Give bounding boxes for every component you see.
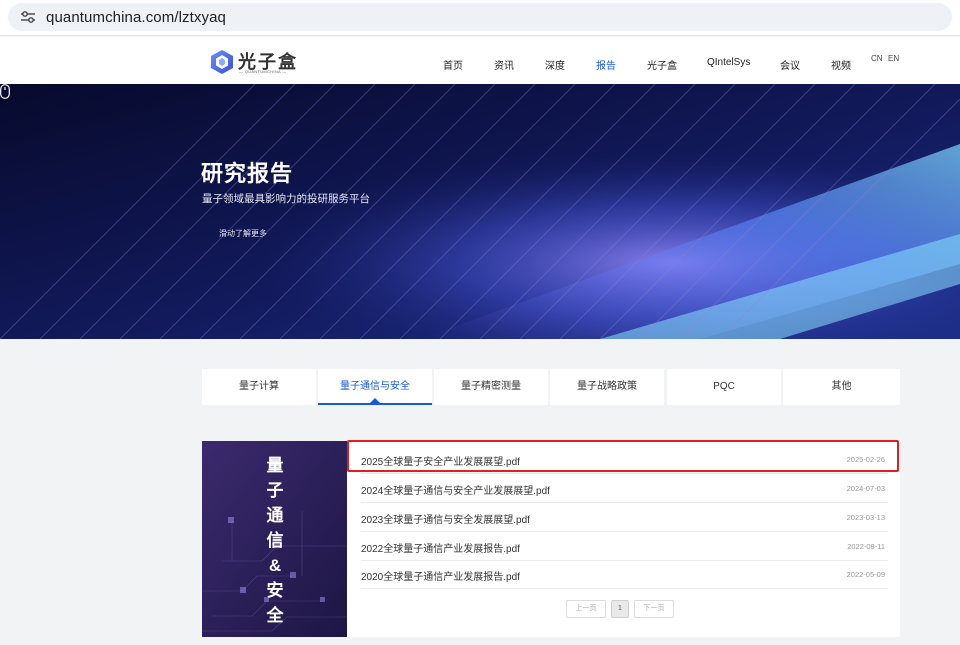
lang-cn[interactable]: CN <box>871 54 883 63</box>
document-name[interactable]: 2024全球量子通信与安全产业发展展望.pdf <box>361 482 550 497</box>
site-logo[interactable]: 光子盒 — QUANTUMCHINA — <box>210 47 300 77</box>
tab-quantum-computing[interactable]: 量子计算 <box>202 369 316 405</box>
active-tab-indicator <box>370 398 380 403</box>
lang-en[interactable]: EN <box>888 54 899 63</box>
tune-icon[interactable] <box>20 10 36 24</box>
tab-other[interactable]: 其他 <box>783 369 900 405</box>
mouse-icon <box>0 84 10 99</box>
list-item[interactable]: 2024全球量子通信与安全产业发展展望.pdf 2024-07-03 <box>347 474 900 503</box>
nav-videos[interactable]: 视频 <box>831 57 851 72</box>
nav-qintelsys[interactable]: QIntelSys <box>707 57 750 68</box>
site-header: 光子盒 — QUANTUMCHINA — 首页 资讯 深度 报告 光子盒 QIn… <box>0 37 960 84</box>
page-1-button[interactable]: 1 <box>611 600 629 618</box>
list-item[interactable]: 2025全球量子安全产业发展展望.pdf 2025-02-26 <box>347 445 900 474</box>
browser-address-bar: quantumchina.com/lztxyaq <box>0 0 960 36</box>
row-divider <box>361 588 888 589</box>
scroll-hint[interactable]: 滑动了解更多 <box>219 228 267 239</box>
document-date: 2022-08-11 <box>847 542 885 551</box>
document-date: 2024-07-03 <box>846 484 885 493</box>
list-item[interactable]: 2022全球量子通信产业发展报告.pdf 2022-08-11 <box>347 532 900 561</box>
page-title: 研究报告 <box>201 161 294 186</box>
address-field[interactable]: quantumchina.com/lztxyaq <box>8 3 952 31</box>
list-item[interactable]: 2020全球量子通信产业发展报告.pdf 2022-05-09 <box>347 560 900 589</box>
tab-quantum-strategy-policy[interactable]: 量子战略政策 <box>550 369 664 405</box>
page-subtitle: 量子领域最具影响力的投研服务平台 <box>202 193 370 205</box>
document-name[interactable]: 2025全球量子安全产业发展展望.pdf <box>361 453 520 468</box>
document-date: 2022-05-09 <box>846 570 885 579</box>
prev-page-button[interactable]: 上一页 <box>566 600 606 618</box>
nav-home[interactable]: 首页 <box>443 57 463 72</box>
nav-reports[interactable]: 报告 <box>596 57 616 72</box>
category-side-panel: 量子通信&安全 <box>202 441 347 637</box>
nav-depth[interactable]: 深度 <box>545 57 565 72</box>
document-date: 2025-02-26 <box>846 455 885 464</box>
nav-conferences[interactable]: 会议 <box>780 57 800 72</box>
nav-news[interactable]: 资讯 <box>494 57 514 72</box>
hero-banner: 研究报告 量子领域最具影响力的投研服务平台 滑动了解更多 <box>0 84 960 339</box>
document-name[interactable]: 2022全球量子通信产业发展报告.pdf <box>361 540 520 555</box>
nav-guangzihe[interactable]: 光子盒 <box>647 57 677 72</box>
banner-background <box>0 84 960 339</box>
url-text[interactable]: quantumchina.com/lztxyaq <box>46 9 226 26</box>
document-name[interactable]: 2020全球量子通信产业发展报告.pdf <box>361 568 520 583</box>
tab-quantum-precision-measurement[interactable]: 量子精密测量 <box>434 369 548 405</box>
next-page-button[interactable]: 下一页 <box>634 600 674 618</box>
side-panel-title: 量子通信&安全 <box>266 456 284 625</box>
tab-pqc[interactable]: PQC <box>667 369 781 405</box>
list-item[interactable]: 2023全球量子通信与安全发展展望.pdf 2023-03-13 <box>347 503 900 532</box>
document-name[interactable]: 2023全球量子通信与安全发展展望.pdf <box>361 511 530 526</box>
document-date: 2023-03-13 <box>846 513 885 522</box>
logo-subtext: — QUANTUMCHINA — <box>239 69 287 74</box>
logo-mark-icon <box>211 50 233 74</box>
